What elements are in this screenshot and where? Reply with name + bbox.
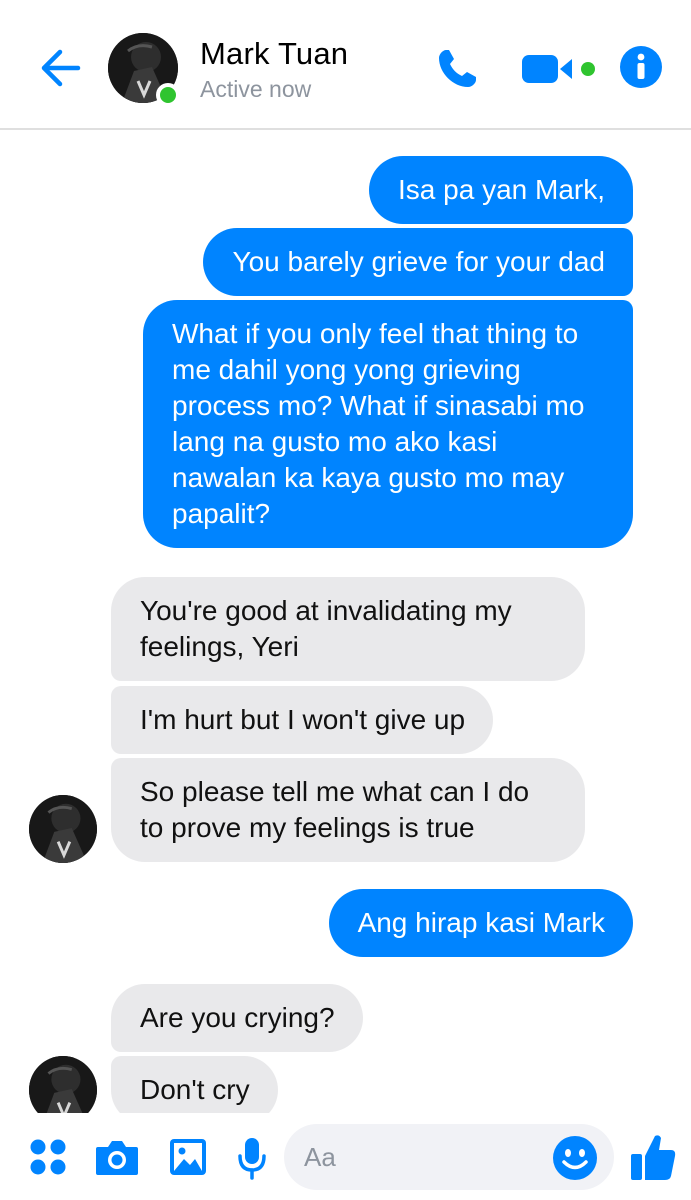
phone-icon[interactable] (430, 42, 484, 96)
gallery-icon[interactable] (166, 1135, 210, 1179)
chat-header: Mark Tuan Active now (0, 0, 691, 130)
active-status-dot (156, 83, 180, 107)
message-bubble-incoming[interactable]: So please tell me what can I do to prove… (111, 758, 585, 862)
avatar[interactable] (29, 795, 97, 863)
avatar[interactable] (29, 1056, 97, 1113)
contact-avatar[interactable] (108, 33, 180, 107)
message-bubble-incoming[interactable]: Are you crying? (111, 984, 363, 1052)
back-arrow-icon[interactable] (36, 44, 84, 92)
camera-icon[interactable] (94, 1135, 140, 1179)
message-thread[interactable]: Isa pa yan Mark, You barely grieve for y… (0, 131, 691, 1113)
info-icon[interactable] (618, 44, 664, 90)
message-bubble-outgoing[interactable]: You barely grieve for your dad (203, 228, 633, 296)
emoji-icon[interactable] (552, 1135, 598, 1181)
message-bubble-outgoing[interactable]: What if you only feel that thing to me d… (143, 300, 633, 548)
message-composer (0, 1113, 691, 1200)
contact-name[interactable]: Mark Tuan (200, 36, 348, 72)
message-bubble-incoming[interactable]: You're good at invalidating my feelings,… (111, 577, 585, 681)
message-bubble-outgoing[interactable]: Ang hirap kasi Mark (328, 889, 633, 957)
message-bubble-incoming[interactable]: I'm hurt but I won't give up (111, 686, 494, 754)
thumbs-up-icon[interactable] (628, 1131, 678, 1183)
microphone-icon[interactable] (232, 1135, 272, 1181)
message-bubble-outgoing[interactable]: Isa pa yan Mark, (369, 156, 633, 224)
video-camera-icon[interactable] (520, 46, 600, 92)
message-bubble-incoming[interactable]: Don't cry (111, 1056, 278, 1113)
apps-icon[interactable] (26, 1135, 70, 1179)
contact-status: Active now (200, 76, 312, 102)
